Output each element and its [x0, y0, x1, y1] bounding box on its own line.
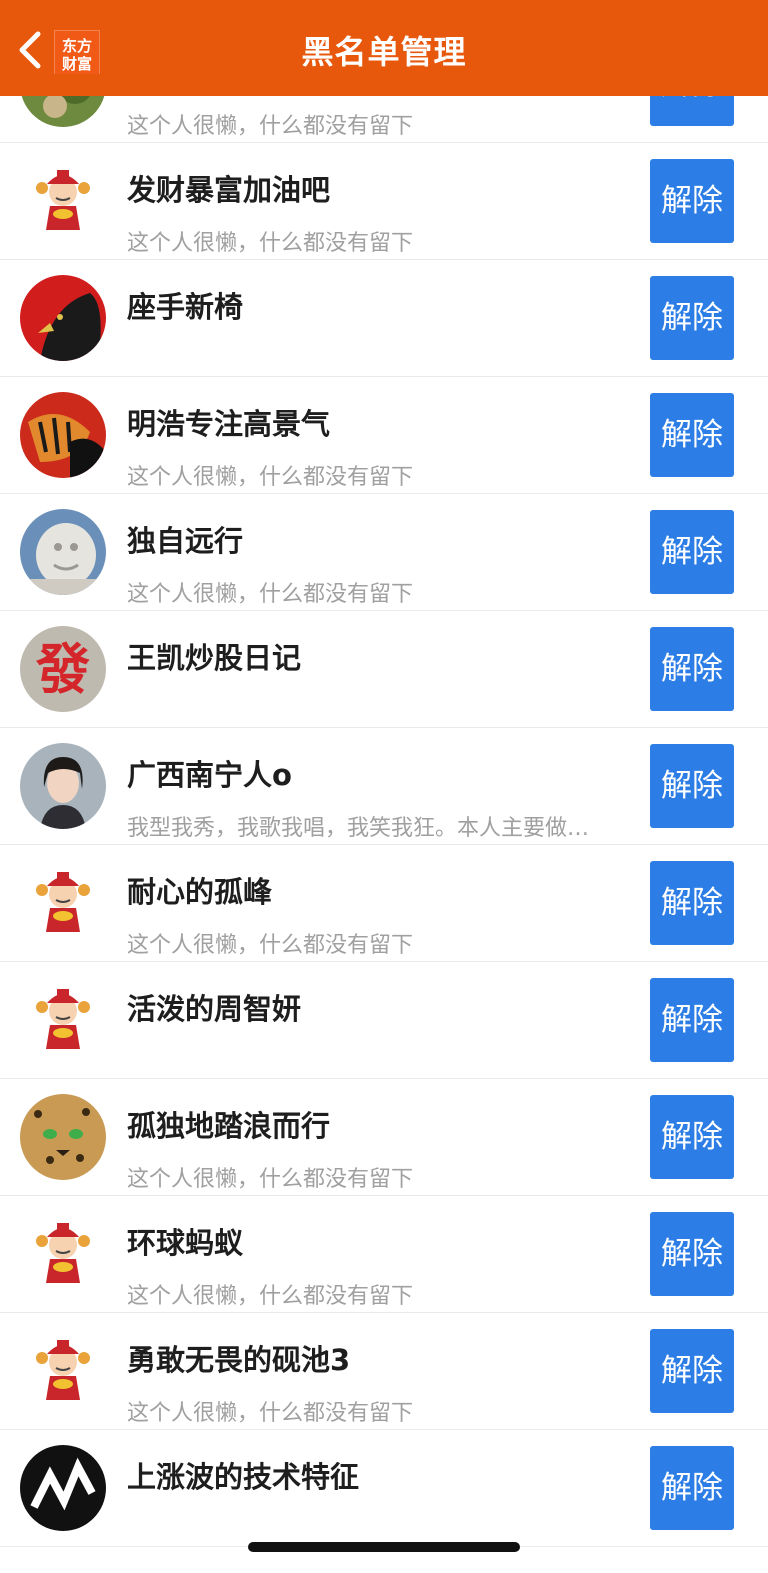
list-item: 發王凯炒股日记 解除 [0, 611, 768, 728]
list-item: 勇敢无畏的砚池3 这个人很懒，什么都没有留下 解除 [0, 1313, 768, 1430]
user-name[interactable]: 孤独地踏浪而行 [127, 1103, 330, 1145]
list-item: 环球蚂蚁这个人很懒，什么都没有留下 解除 [0, 1196, 768, 1313]
list-item: 明浩专注高景气这个人很懒，什么都没有留下 解除 [0, 377, 768, 494]
user-description: 这个人很懒，什么都没有留下 [127, 114, 414, 139]
unblock-button[interactable]: 解除 [650, 1212, 734, 1296]
unblock-button[interactable]: 解除 [650, 276, 734, 360]
unblock-button[interactable]: 解除 [650, 744, 734, 828]
list-item: 耐心的孤峰这个人很懒，什么都没有留下 解除 [0, 845, 768, 962]
unblock-button[interactable]: 解除 [650, 1446, 734, 1530]
stone-lion-avatar[interactable] [20, 509, 106, 595]
unblock-button[interactable]: 解除 [650, 510, 734, 594]
leopard-avatar[interactable] [20, 1094, 106, 1180]
user-name[interactable]: 环球蚂蚁 [127, 1220, 243, 1262]
unblock-button[interactable]: 解除 [650, 393, 734, 477]
fa-character-avatar[interactable]: 發 [20, 626, 106, 712]
fortune-god-avatar[interactable] [20, 860, 106, 946]
list-item: 独自远行这个人很懒，什么都没有留下 解除 [0, 494, 768, 611]
fortune-god-avatar[interactable] [20, 1328, 106, 1414]
user-description: 这个人很懒，什么都没有留下 [127, 231, 414, 256]
list-item: 广西南宁人o 我型我秀，我歌我唱，我笑我狂。本人主要做… 解除 [0, 728, 768, 845]
user-name[interactable]: 勇敢无畏的砚池3 [127, 1337, 350, 1379]
list-item: 孤独地踏浪而行这个人很懒，什么都没有留下 解除 [0, 1079, 768, 1196]
fortune-god-avatar[interactable] [20, 1211, 106, 1297]
unblock-button[interactable]: 解除 [650, 978, 734, 1062]
user-name[interactable]: 座手新椅 [127, 284, 243, 326]
list-item: 上涨波的技术特征 解除 [0, 1430, 768, 1547]
svg-text:發: 發 [35, 638, 90, 701]
user-name[interactable]: 独自远行 [127, 518, 243, 560]
user-description: 我型我秀，我歌我唱，我笑我狂。本人主要做… [127, 816, 590, 841]
fortune-god-avatar[interactable] [20, 977, 106, 1063]
blacklist: 这个人很懒，什么都没有留下解除发财暴富加油吧这个人很懒，什么都没有留下解除座手新… [0, 26, 768, 1547]
page-title: 黑名单管理 [301, 33, 467, 71]
woman-photo-avatar[interactable] [20, 743, 106, 829]
user-description: 这个人很懒，什么都没有留下 [127, 582, 414, 607]
user-name[interactable]: 广西南宁人o [127, 752, 292, 794]
wave-logo-avatar[interactable] [20, 1445, 106, 1531]
user-name[interactable]: 发财暴富加油吧 [127, 167, 330, 209]
home-indicator [248, 1542, 520, 1552]
unblock-button[interactable]: 解除 [650, 1095, 734, 1179]
user-name[interactable]: 上涨波的技术特征 [127, 1454, 359, 1496]
user-description: 这个人很懒，什么都没有留下 [127, 1167, 414, 1192]
list-item: 座手新椅 解除 [0, 260, 768, 377]
user-name[interactable]: 明浩专注高景气 [127, 401, 330, 443]
user-description: 这个人很懒，什么都没有留下 [127, 933, 414, 958]
user-description: 这个人很懒，什么都没有留下 [127, 1284, 414, 1309]
unblock-button[interactable]: 解除 [650, 627, 734, 711]
eagle-avatar[interactable] [20, 275, 106, 361]
app-header: 东方 财富 黑名单管理 [0, 0, 768, 96]
user-name[interactable]: 耐心的孤峰 [127, 869, 272, 911]
fortune-god-avatar[interactable] [20, 158, 106, 244]
unblock-button[interactable]: 解除 [650, 159, 734, 243]
user-name[interactable]: 王凯炒股日记 [127, 635, 301, 677]
tiger-avatar[interactable] [20, 392, 106, 478]
unblock-button[interactable]: 解除 [650, 1329, 734, 1413]
list-item: 发财暴富加油吧这个人很懒，什么都没有留下 解除 [0, 143, 768, 260]
user-description: 这个人很懒，什么都没有留下 [127, 465, 414, 490]
unblock-button[interactable]: 解除 [650, 861, 734, 945]
user-description: 这个人很懒，什么都没有留下 [127, 1401, 414, 1426]
list-item: 活泼的周智妍 解除 [0, 962, 768, 1079]
user-name[interactable]: 活泼的周智妍 [127, 986, 301, 1028]
